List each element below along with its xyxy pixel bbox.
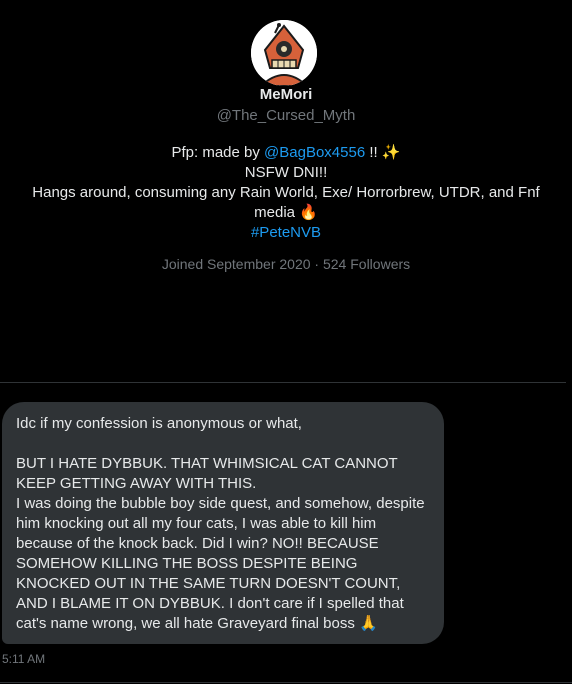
bio-line-1: Pfp: made by @BagBox4556 !! ✨	[20, 143, 552, 163]
bio-line-3: Hangs around, consuming any Rain World, …	[32, 184, 540, 201]
joined-date: Joined September 2020	[161, 256, 311, 272]
bio-credit-suffix: !! ✨	[365, 144, 401, 161]
meta-separator: ·	[314, 256, 320, 272]
profile-meta: Joined September 2020 · 524 Followers	[0, 256, 572, 272]
message-timestamp: 5:11 AM	[2, 652, 46, 666]
followers-count[interactable]: 524 Followers	[323, 256, 410, 272]
message-gap	[16, 434, 430, 454]
bio-credit-text: Pfp: made by	[171, 144, 265, 161]
divider	[0, 382, 566, 383]
user-handle: @The_Cursed_Myth	[216, 107, 356, 124]
artist-mention-link[interactable]: @BagBox4556	[264, 144, 365, 161]
message-paragraph-2: BUT I HATE DYBBUK. THAT WHIMSICAL CAT CA…	[16, 455, 398, 492]
profile-bio: Pfp: made by @BagBox4556 !! ✨ NSFW DNI!!…	[20, 143, 552, 243]
display-name[interactable]: MeMori	[0, 86, 572, 103]
avatar-image	[251, 20, 317, 86]
hashtag-link[interactable]: #PeteNVB	[20, 223, 552, 243]
message-bubble[interactable]: Idc if my confession is anonymous or wha…	[2, 402, 444, 644]
bottom-divider	[0, 682, 572, 683]
message-paragraph-3: I was doing the bubble boy side quest, a…	[16, 495, 425, 632]
avatar[interactable]	[251, 20, 317, 86]
message-paragraph-1: Idc if my confession is anonymous or wha…	[16, 415, 302, 432]
bio-line-2: NSFW DNI!!	[244, 164, 328, 181]
bio-line-4: media 🔥	[254, 204, 318, 221]
